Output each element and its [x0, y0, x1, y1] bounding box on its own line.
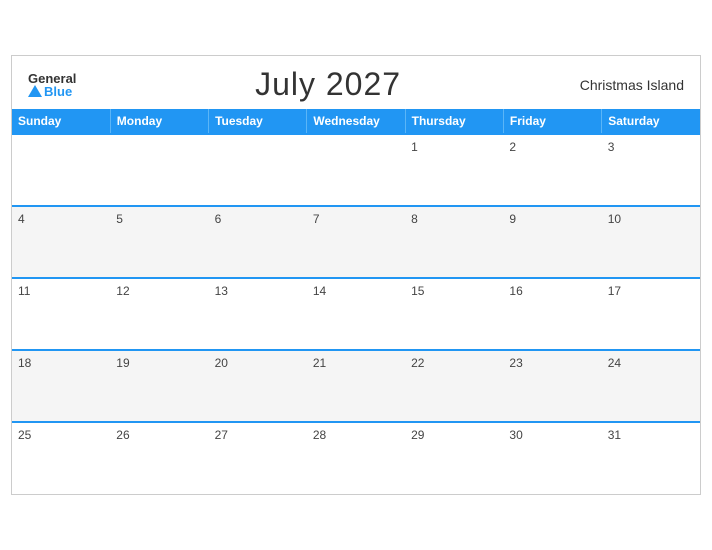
weekday-header-saturday: Saturday: [602, 109, 700, 134]
day-number: 20: [215, 356, 228, 370]
calendar-week-row: 1 2 3: [12, 134, 700, 206]
logo: General Blue: [28, 72, 76, 98]
day-number: 3: [608, 140, 615, 154]
day-number: 16: [509, 284, 522, 298]
weekday-header-monday: Monday: [110, 109, 208, 134]
logo-blue-text: Blue: [28, 85, 72, 98]
day-number: 5: [116, 212, 123, 226]
day-number: 27: [215, 428, 228, 442]
calendar-day-cell: 31: [602, 422, 700, 494]
calendar-day-cell: [209, 134, 307, 206]
calendar-day-cell: 26: [110, 422, 208, 494]
calendar-title: July 2027: [255, 66, 401, 103]
day-number: 6: [215, 212, 222, 226]
calendar-day-cell: 8: [405, 206, 503, 278]
day-number: 23: [509, 356, 522, 370]
day-number: 11: [18, 284, 30, 298]
calendar-day-cell: 13: [209, 278, 307, 350]
day-number: 1: [411, 140, 418, 154]
calendar-header: General Blue July 2027 Christmas Island: [12, 56, 700, 109]
day-number: 13: [215, 284, 228, 298]
day-number: 8: [411, 212, 418, 226]
calendar-day-cell: 6: [209, 206, 307, 278]
calendar-day-cell: [12, 134, 110, 206]
calendar-day-cell: 16: [503, 278, 601, 350]
calendar-week-row: 18 19 20 21 22 23 24: [12, 350, 700, 422]
day-number: 2: [509, 140, 516, 154]
day-number: 25: [18, 428, 31, 442]
calendar-day-cell: 14: [307, 278, 405, 350]
calendar-day-cell: 30: [503, 422, 601, 494]
calendar-day-cell: 10: [602, 206, 700, 278]
calendar-container: General Blue July 2027 Christmas Island …: [11, 55, 701, 495]
day-number: 24: [608, 356, 621, 370]
logo-triangle-icon: [28, 85, 42, 97]
calendar-day-cell: 21: [307, 350, 405, 422]
day-number: 12: [116, 284, 129, 298]
calendar-day-cell: 20: [209, 350, 307, 422]
weekday-header-friday: Friday: [503, 109, 601, 134]
calendar-day-cell: 9: [503, 206, 601, 278]
calendar-table: SundayMondayTuesdayWednesdayThursdayFrid…: [12, 109, 700, 494]
day-number: 14: [313, 284, 326, 298]
calendar-day-cell: 2: [503, 134, 601, 206]
calendar-day-cell: 19: [110, 350, 208, 422]
calendar-thead: SundayMondayTuesdayWednesdayThursdayFrid…: [12, 109, 700, 134]
day-number: 18: [18, 356, 31, 370]
day-number: 21: [313, 356, 326, 370]
calendar-day-cell: 1: [405, 134, 503, 206]
calendar-day-cell: 5: [110, 206, 208, 278]
calendar-day-cell: 25: [12, 422, 110, 494]
weekday-header-thursday: Thursday: [405, 109, 503, 134]
calendar-day-cell: 29: [405, 422, 503, 494]
day-number: 31: [608, 428, 621, 442]
day-number: 15: [411, 284, 424, 298]
calendar-week-row: 25 26 27 28 29 30 31: [12, 422, 700, 494]
day-number: 10: [608, 212, 621, 226]
weekday-header-tuesday: Tuesday: [209, 109, 307, 134]
calendar-day-cell: 23: [503, 350, 601, 422]
day-number: 26: [116, 428, 129, 442]
calendar-day-cell: 17: [602, 278, 700, 350]
day-number: 17: [608, 284, 621, 298]
weekday-header-wednesday: Wednesday: [307, 109, 405, 134]
day-number: 7: [313, 212, 320, 226]
day-number: 29: [411, 428, 424, 442]
day-number: 30: [509, 428, 522, 442]
weekday-header-sunday: Sunday: [12, 109, 110, 134]
day-number: 9: [509, 212, 516, 226]
calendar-day-cell: [307, 134, 405, 206]
calendar-location: Christmas Island: [580, 77, 684, 93]
calendar-day-cell: 15: [405, 278, 503, 350]
calendar-week-row: 4 5 6 7 8 9 10: [12, 206, 700, 278]
day-number: 22: [411, 356, 424, 370]
calendar-day-cell: 4: [12, 206, 110, 278]
weekday-header-row: SundayMondayTuesdayWednesdayThursdayFrid…: [12, 109, 700, 134]
calendar-week-row: 11 12 13 14 15 16 17: [12, 278, 700, 350]
day-number: 28: [313, 428, 326, 442]
calendar-day-cell: 11: [12, 278, 110, 350]
calendar-day-cell: 28: [307, 422, 405, 494]
calendar-day-cell: 3: [602, 134, 700, 206]
calendar-day-cell: [110, 134, 208, 206]
calendar-day-cell: 18: [12, 350, 110, 422]
logo-general-text: General: [28, 72, 76, 85]
calendar-day-cell: 24: [602, 350, 700, 422]
calendar-day-cell: 27: [209, 422, 307, 494]
calendar-day-cell: 12: [110, 278, 208, 350]
calendar-day-cell: 22: [405, 350, 503, 422]
calendar-tbody: 1234567891011121314151617181920212223242…: [12, 134, 700, 494]
day-number: 19: [116, 356, 129, 370]
calendar-day-cell: 7: [307, 206, 405, 278]
day-number: 4: [18, 212, 25, 226]
